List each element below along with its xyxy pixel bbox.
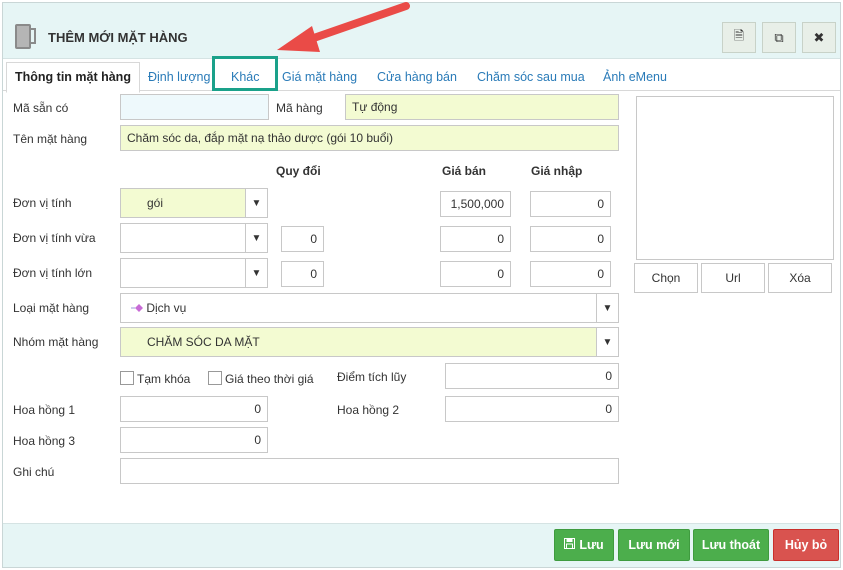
chevron-down-icon[interactable]: ▼ (596, 328, 618, 356)
copy-button[interactable]: ⧉ (762, 22, 796, 53)
tab-highlight-box (212, 56, 278, 91)
copy-icon: ⧉ (774, 29, 784, 45)
ma-hang-input[interactable]: Tự động (345, 94, 619, 120)
save-exit-button[interactable]: Lưu thoát (693, 529, 769, 561)
hoa-hong-1-input[interactable]: 0 (120, 396, 268, 422)
don-vi-tinh-value: gói (147, 196, 164, 210)
nhom-mat-hang-label: Nhóm mặt hàng (13, 335, 99, 349)
floppy-icon (564, 538, 576, 552)
loai-mat-hang-select[interactable]: Dịch vụ ▼ (120, 293, 619, 323)
don-vi-tinh-lon-gia-nhap-input[interactable]: 0 (530, 261, 611, 287)
don-vi-tinh-lon-quy-doi-input[interactable]: 0 (281, 261, 324, 287)
loai-mat-hang-value: Dịch vụ (146, 301, 187, 315)
close-button[interactable]: ✖ (802, 22, 836, 53)
don-vi-tinh-gia-nhap-input[interactable]: 0 (530, 191, 611, 217)
don-vi-tinh-vua-label: Đơn vị tính vừa (13, 231, 96, 245)
save-new-button[interactable]: Lưu mới (618, 529, 690, 561)
don-vi-tinh-vua-gia-ban-input[interactable]: 0 (440, 226, 511, 252)
ghi-chu-input[interactable] (120, 458, 619, 484)
tam-khoa-label: Tạm khóa (137, 372, 191, 386)
loai-mat-hang-label: Loại mặt hàng (13, 301, 90, 315)
chevron-down-icon[interactable]: ▼ (596, 294, 618, 322)
hoa-hong-3-input[interactable]: 0 (120, 427, 268, 453)
quy-doi-header: Quy đổi (276, 164, 321, 178)
nhom-mat-hang-select[interactable]: CHĂM SÓC DA MẶT ▼ (120, 327, 619, 357)
service-icon (131, 295, 143, 312)
diem-tich-luy-label: Điểm tích lũy (337, 370, 407, 384)
save-label: Lưu (579, 538, 604, 552)
image-url-button[interactable]: Url (701, 263, 765, 293)
hoa-hong-1-label: Hoa hồng 1 (13, 403, 76, 417)
don-vi-tinh-select[interactable]: gói ▼ (120, 188, 268, 218)
tab-cua-hang-ban[interactable]: Cửa hàng bán (377, 70, 457, 84)
gia-ban-header: Giá bán (442, 164, 487, 178)
choose-image-button[interactable]: Chọn (634, 263, 698, 293)
don-vi-tinh-lon-label: Đơn vị tính lớn (13, 266, 93, 280)
don-vi-tinh-gia-ban-input[interactable]: 1,500,000 (440, 191, 511, 217)
don-vi-tinh-lon-select[interactable]: ▼ (120, 258, 268, 288)
close-icon: ✖ (813, 29, 825, 45)
tam-khoa-checkbox[interactable] (120, 371, 134, 385)
document-button[interactable]: 🗎 (722, 22, 756, 53)
gia-theo-thoi-gia-label: Giá theo thời giá (225, 372, 314, 386)
don-vi-tinh-vua-select[interactable]: ▼ (120, 223, 268, 253)
item-image-preview (636, 96, 834, 260)
loai-mat-hang-display: Dịch vụ (121, 294, 186, 322)
save-button[interactable]: Lưu (554, 529, 614, 561)
don-vi-tinh-vua-quy-doi-input[interactable]: 0 (281, 226, 324, 252)
hoa-hong-2-input[interactable]: 0 (445, 396, 619, 422)
chevron-down-icon[interactable]: ▼ (245, 259, 267, 287)
ten-mat-hang-input[interactable]: Chăm sóc da, đắp mặt nạ thảo dược (gói 1… (120, 125, 619, 151)
cancel-button[interactable]: Hủy bỏ (773, 529, 839, 561)
add-item-dialog: THÊM MỚI MẶT HÀNG 🗎 ⧉ ✖ Thông tin mặt hà… (2, 2, 841, 568)
tab-bar: Thông tin mặt hàng Định lượng Khác Giá m… (3, 60, 840, 93)
tab-gia-mat-hang[interactable]: Giá mặt hàng (282, 70, 357, 84)
don-vi-tinh-vua-value (121, 224, 129, 252)
nhom-mat-hang-value: CHĂM SÓC DA MẶT (147, 335, 260, 349)
ma-san-co-input[interactable] (120, 94, 269, 120)
title-bar: THÊM MỚI MẶT HÀNG 🗎 ⧉ ✖ (3, 3, 840, 59)
gia-theo-thoi-gia-checkbox[interactable] (208, 371, 222, 385)
ma-hang-label: Mã hàng (276, 101, 323, 115)
ma-san-co-label: Mã sẵn có (13, 101, 69, 115)
app-icon (15, 24, 36, 49)
hoa-hong-2-label: Hoa hồng 2 (337, 403, 400, 417)
tab-anh-emenu[interactable]: Ảnh eMenu (603, 70, 667, 84)
chevron-down-icon[interactable]: ▼ (245, 189, 267, 217)
tab-cham-soc-sau-mua[interactable]: Chăm sóc sau mua (477, 70, 585, 84)
don-vi-tinh-label: Đơn vị tính (13, 196, 72, 210)
don-vi-tinh-lon-value (121, 259, 129, 287)
ten-mat-hang-label: Tên mặt hàng (13, 132, 88, 146)
diem-tich-luy-input[interactable]: 0 (445, 363, 619, 389)
don-vi-tinh-vua-gia-nhap-input[interactable]: 0 (530, 226, 611, 252)
tab-thong-tin-mat-hang[interactable]: Thông tin mặt hàng (6, 62, 140, 93)
hoa-hong-3-label: Hoa hồng 3 (13, 434, 76, 448)
ghi-chu-label: Ghi chú (13, 465, 55, 479)
gia-nhap-header: Giá nhập (531, 164, 583, 178)
don-vi-tinh-lon-gia-ban-input[interactable]: 0 (440, 261, 511, 287)
tab-dinh-luong[interactable]: Định lượng (148, 70, 210, 84)
chevron-down-icon[interactable]: ▼ (245, 224, 267, 252)
dialog-title: THÊM MỚI MẶT HÀNG (48, 30, 188, 45)
delete-image-button[interactable]: Xóa (768, 263, 832, 293)
document-icon: 🗎 (733, 27, 745, 43)
